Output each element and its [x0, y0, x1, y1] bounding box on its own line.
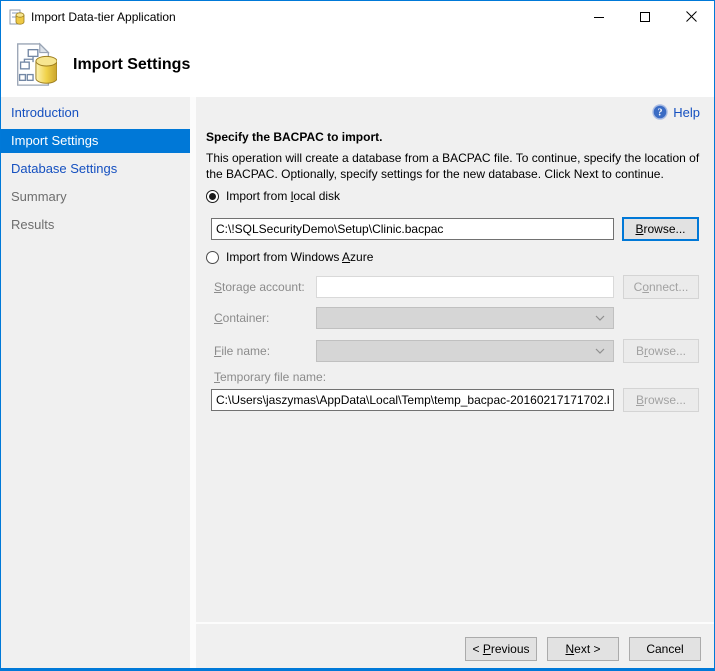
chevron-down-icon: [595, 348, 605, 354]
container-label: Container:: [214, 311, 316, 325]
wizard-steps-sidebar: Introduction Import Settings Database Se…: [1, 97, 190, 668]
section-description: This operation will create a database fr…: [206, 150, 708, 182]
container-row: Container:: [214, 307, 614, 329]
window-controls: [576, 1, 714, 32]
help-link-label: Help: [673, 105, 700, 120]
sidebar-item-introduction[interactable]: Introduction: [1, 101, 190, 125]
next-button[interactable]: Next >: [547, 637, 619, 661]
local-path-row: Browse...: [211, 217, 699, 241]
chevron-down-icon: [595, 315, 605, 321]
title-bar[interactable]: Import Data-tier Application: [1, 1, 714, 32]
connect-button: Connect...: [623, 275, 699, 299]
dac-package-icon: [11, 42, 57, 88]
minimize-button[interactable]: [576, 1, 622, 32]
import-settings-page: ? Help Specify the BACPAC to import. Thi…: [196, 97, 714, 668]
maximize-button[interactable]: [622, 1, 668, 32]
window-title: Import Data-tier Application: [31, 10, 176, 24]
file-name-row: File name: Browse...: [214, 339, 699, 363]
section-heading: Specify the BACPAC to import.: [206, 130, 382, 144]
container-dropdown: [316, 307, 614, 329]
wizard-header: Import Settings: [1, 32, 714, 97]
temp-file-name-input[interactable]: [211, 389, 614, 411]
radio-azure-label: Import from Windows Azure: [226, 250, 373, 264]
file-name-dropdown: [316, 340, 614, 362]
sidebar-item-summary[interactable]: Summary: [1, 185, 190, 209]
close-button[interactable]: [668, 1, 714, 32]
help-icon: ?: [652, 104, 668, 120]
radio-button-unselected[interactable]: [206, 251, 219, 264]
sidebar-item-import-settings[interactable]: Import Settings: [1, 129, 190, 153]
previous-button[interactable]: < Previous: [465, 637, 537, 661]
storage-account-label: Storage account:: [214, 280, 316, 294]
page-title: Import Settings: [73, 56, 190, 74]
bacpac-path-input[interactable]: [211, 218, 614, 240]
browse-azure-file-button: Browse...: [623, 339, 699, 363]
import-dac-wizard-window: Import Data-tier Application: [0, 0, 715, 671]
storage-account-input: [316, 276, 614, 298]
radio-import-local-disk[interactable]: Import from local disk: [206, 189, 340, 203]
radio-button-selected[interactable]: [206, 190, 219, 203]
browse-temp-file-button: Browse...: [623, 388, 699, 412]
wizard-footer-buttons: < Previous Next > Cancel: [465, 637, 701, 661]
help-link[interactable]: ? Help: [652, 104, 700, 120]
file-name-label: File name:: [214, 344, 316, 358]
radio-local-disk-label: Import from local disk: [226, 189, 340, 203]
cancel-button[interactable]: Cancel: [629, 637, 701, 661]
radio-import-windows-azure[interactable]: Import from Windows Azure: [206, 250, 373, 264]
svg-text:?: ?: [658, 108, 663, 119]
sidebar-item-results[interactable]: Results: [1, 213, 190, 237]
app-icon: [9, 9, 25, 25]
temp-file-name-label: Temporary file name:: [214, 370, 326, 384]
footer-separator: [196, 622, 714, 624]
storage-account-row: Storage account: Connect...: [214, 275, 699, 299]
browse-local-button[interactable]: Browse...: [622, 217, 699, 241]
temp-file-row: Browse...: [211, 388, 699, 412]
sidebar-item-database-settings[interactable]: Database Settings: [1, 157, 190, 181]
